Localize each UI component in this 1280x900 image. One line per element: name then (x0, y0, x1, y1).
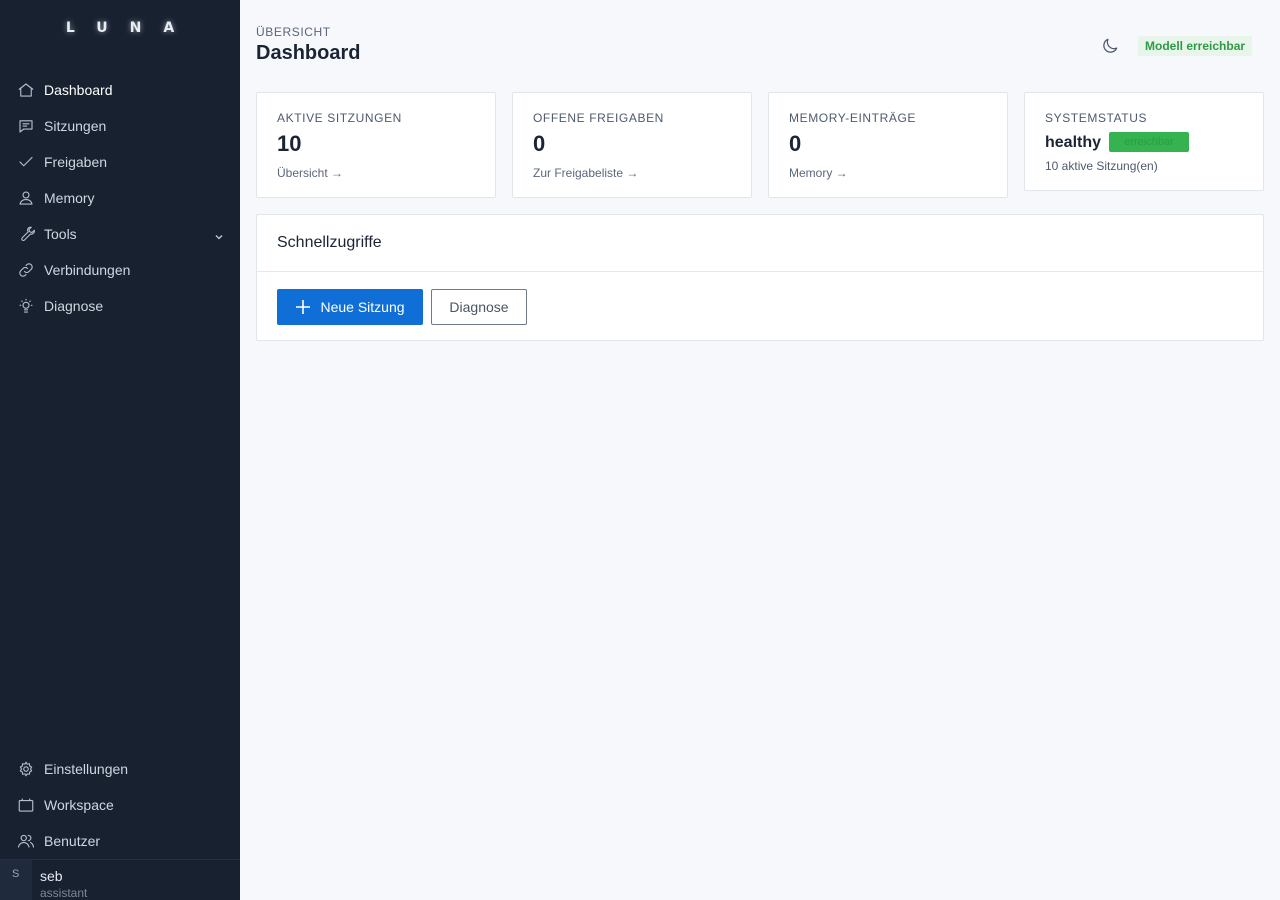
diagnose-button[interactable]: Diagnose (431, 289, 527, 325)
sidebar-item-label: Dashboard (44, 82, 113, 98)
card-label: MEMORY-EINTRÄGE (789, 111, 917, 125)
card-subtext: 10 aktive Sitzung(en) (1045, 159, 1158, 173)
sidebar-item-dashboard[interactable]: Dashboard (0, 72, 240, 108)
sidebar-item-verbindungen[interactable]: Verbindungen (0, 252, 240, 288)
app-logo: LUNA (65, 20, 197, 36)
link-icon (16, 260, 36, 280)
sidebar-item-label: Sitzungen (44, 118, 107, 134)
quick-actions-panel: Schnellzugriffe Neue Sitzung Diagnose (256, 214, 1264, 341)
card-value: 0 (533, 131, 546, 156)
card-label: AKTIVE SITZUNGEN (277, 111, 402, 125)
card-open-approvals: OFFENE FREIGABEN 0 Zur Freigabeliste → (512, 92, 752, 198)
sidebar-item-label: Freigaben (44, 154, 108, 170)
card-label: OFFENE FREIGABEN (533, 111, 664, 125)
status-badge: erreichbar (1109, 132, 1189, 152)
card-memory-entries: MEMORY-EINTRÄGE 0 Memory → (768, 92, 1008, 198)
users-icon (16, 831, 36, 851)
sidebar-item-einstellungen[interactable]: Einstellungen (0, 751, 240, 787)
sidebar-item-label: Workspace (44, 797, 114, 813)
avatar: S (0, 860, 32, 900)
chevron-down-icon[interactable] (214, 229, 224, 240)
plus-icon (295, 299, 311, 315)
main-nav: Dashboard Sitzungen Freigaben Memory Too… (0, 72, 240, 324)
sidebar-item-label: Verbindungen (44, 262, 131, 278)
card-link[interactable]: Übersicht → (277, 166, 343, 180)
model-status-badge: Modell erreichbar (1138, 36, 1253, 56)
card-link[interactable]: Memory → (789, 166, 848, 180)
sidebar-item-workspace[interactable]: Workspace (0, 787, 240, 823)
sidebar-item-memory[interactable]: Memory (0, 180, 240, 216)
panel-title: Schnellzugriffe (277, 234, 382, 251)
sidebar-item-label: Memory (44, 190, 95, 206)
sidebar-item-label: Tools (44, 226, 77, 242)
bulb-icon (16, 296, 36, 316)
system-status-value: healthy (1045, 134, 1102, 151)
sidebar-item-diagnose[interactable]: Diagnose (0, 288, 240, 324)
sidebar-item-tools[interactable]: Tools (0, 216, 240, 252)
page-title: Dashboard (256, 42, 361, 64)
new-session-button[interactable]: Neue Sitzung (277, 289, 423, 325)
panel-header: Schnellzugriffe (257, 215, 1263, 272)
sidebar-item-label: Benutzer (44, 833, 101, 849)
breadcrumb: ÜBERSICHT (256, 25, 331, 39)
card-system-status: SYSTEMSTATUS healthy erreichbar 10 aktiv… (1024, 92, 1264, 191)
sidebar-item-label: Diagnose (44, 298, 104, 314)
home-icon (16, 80, 36, 100)
card-value: 10 (277, 131, 302, 156)
gear-icon (16, 759, 36, 779)
check-icon (16, 152, 36, 172)
card-active-sessions: AKTIVE SITZUNGEN 10 Übersicht → (256, 92, 496, 198)
card-value: 0 (789, 131, 802, 156)
button-label: Neue Sitzung (320, 299, 405, 315)
sidebar-item-sitzungen[interactable]: Sitzungen (0, 108, 240, 144)
sidebar: LUNA Dashboard Sitzungen Freigaben Memor… (0, 0, 240, 900)
card-label: SYSTEMSTATUS (1045, 111, 1148, 125)
main-content: ÜBERSICHT Dashboard Modell erreichbar AK… (240, 0, 1280, 900)
chat-icon (16, 116, 36, 136)
sidebar-item-freigaben[interactable]: Freigaben (0, 144, 240, 180)
sidebar-item-benutzer[interactable]: Benutzer (0, 823, 240, 859)
user-name: seb (40, 868, 63, 884)
user-profile[interactable]: S seb assistant (0, 859, 240, 900)
user-role: assistant (40, 886, 88, 900)
moon-icon[interactable] (1100, 36, 1120, 56)
wrench-icon (16, 224, 36, 244)
folder-icon (16, 795, 36, 815)
card-link[interactable]: Zur Freigabeliste → (533, 166, 638, 180)
user-icon (16, 188, 36, 208)
secondary-nav: Einstellungen Workspace Benutzer (0, 751, 240, 859)
sidebar-item-label: Einstellungen (44, 761, 129, 777)
